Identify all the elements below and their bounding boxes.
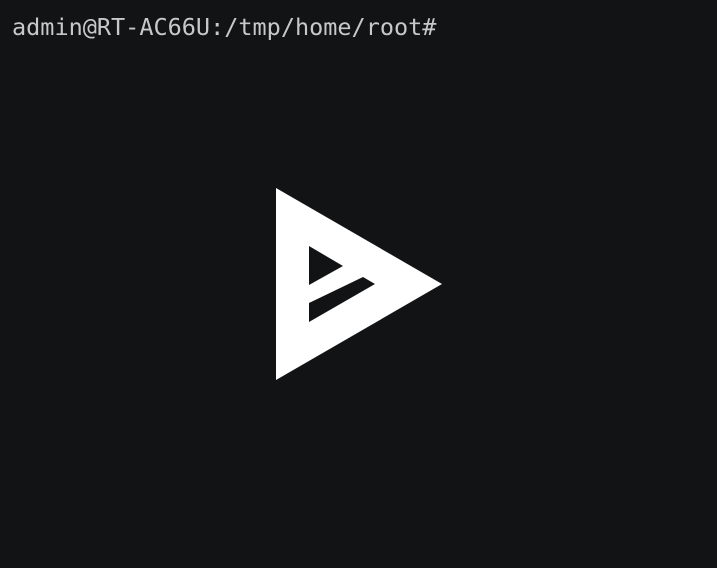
terminal-screen[interactable]: admin@RT-AC66U:/tmp/home/root# [0,0,717,568]
shell-prompt: admin@RT-AC66U:/tmp/home/root# [12,13,437,41]
asciinema-logo-icon[interactable] [276,188,442,380]
